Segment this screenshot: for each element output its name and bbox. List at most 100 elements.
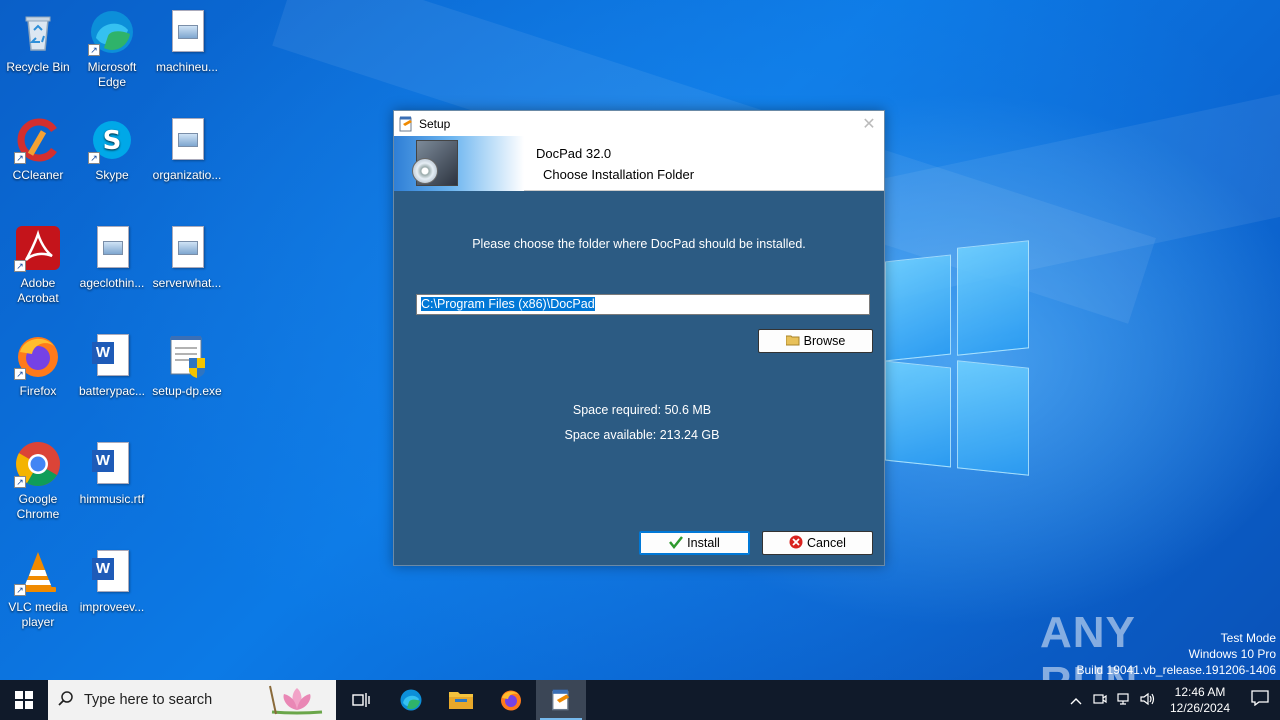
setup-window: Setup ✕ DocPad 32.0 Choose Installation … bbox=[393, 110, 885, 566]
clock-time: 12:46 AM bbox=[1174, 685, 1226, 699]
shortcut-arrow-icon: ↗ bbox=[14, 152, 26, 164]
word-document-icon: W bbox=[88, 440, 136, 488]
taskbar-file-explorer[interactable] bbox=[436, 680, 486, 720]
shortcut-arrow-icon: ↗ bbox=[14, 368, 26, 380]
folder-prompt: Please choose the folder where DocPad sh… bbox=[472, 237, 806, 251]
search-placeholder: Type here to search bbox=[84, 692, 213, 708]
clock-date: 12/26/2024 bbox=[1169, 701, 1231, 715]
install-label: Install bbox=[687, 536, 720, 550]
install-path-value: C:\Program Files (x86)\DocPad bbox=[421, 297, 595, 311]
shortcut-arrow-icon: ↗ bbox=[88, 152, 100, 164]
windows-edition-line: Windows 10 Pro bbox=[1188, 647, 1276, 661]
image-file-icon bbox=[163, 224, 211, 272]
desktop-icon-firefox[interactable]: ↗ Firefox bbox=[0, 332, 76, 399]
taskbar-firefox[interactable] bbox=[486, 680, 536, 720]
desktop-icon-improveev[interactable]: W improveev... bbox=[74, 548, 150, 615]
build-line: Build 19041.vb_release.191206-1406 bbox=[1076, 663, 1277, 677]
cd-disc-icon bbox=[412, 158, 438, 184]
task-view-button[interactable] bbox=[336, 680, 386, 720]
cancel-icon bbox=[789, 535, 803, 552]
chrome-icon: ↗ bbox=[14, 440, 62, 488]
volume-icon[interactable] bbox=[1136, 692, 1160, 709]
taskbar-setup[interactable] bbox=[536, 680, 586, 720]
taskbar-edge[interactable] bbox=[386, 680, 436, 720]
shortcut-arrow-icon: ↗ bbox=[14, 584, 26, 596]
edge-icon bbox=[400, 689, 422, 711]
start-button[interactable] bbox=[0, 680, 48, 720]
desktop-icon-skype[interactable]: S ↗ Skype bbox=[74, 116, 150, 183]
desktop-icon-label: Skype bbox=[95, 168, 129, 182]
desktop-icon-label: Firefox bbox=[19, 384, 57, 398]
system-tray: 12:46 AM 12/26/2024 bbox=[1064, 680, 1280, 720]
desktop-icon-organizatio[interactable]: organizatio... bbox=[149, 116, 225, 183]
page-subtitle: Choose Installation Folder bbox=[543, 167, 695, 182]
windows-start-icon bbox=[15, 691, 33, 709]
shortcut-arrow-icon: ↗ bbox=[14, 260, 26, 272]
desktop-icon-label: Recycle Bin bbox=[6, 60, 70, 74]
install-button[interactable]: Install bbox=[639, 531, 750, 555]
setup-titlebar[interactable]: Setup ✕ bbox=[394, 111, 884, 136]
setup-header-banner: DocPad 32.0 Choose Installation Folder bbox=[394, 136, 884, 191]
task-view-icon bbox=[352, 693, 370, 707]
install-path-input[interactable]: C:\Program Files (x86)\DocPad bbox=[416, 294, 870, 315]
taskbar-clock[interactable]: 12:46 AM 12/26/2024 bbox=[1160, 684, 1240, 716]
desktop-icon-batterypac[interactable]: W batterypac... bbox=[74, 332, 150, 399]
desktop-icon-vlc[interactable]: ↗ VLC media player bbox=[0, 548, 76, 630]
browse-button[interactable]: Browse bbox=[758, 329, 873, 353]
desktop-icon-label: machineu... bbox=[155, 60, 219, 74]
notification-center-icon[interactable] bbox=[1240, 689, 1280, 711]
firefox-icon: ↗ bbox=[14, 332, 62, 380]
cancel-button[interactable]: Cancel bbox=[762, 531, 873, 555]
meet-now-icon[interactable] bbox=[1088, 692, 1112, 709]
edge-icon: ↗ bbox=[88, 8, 136, 56]
svg-text:S: S bbox=[103, 126, 122, 156]
image-file-icon bbox=[163, 8, 211, 56]
windows-logo-wallpaper bbox=[885, 240, 1030, 480]
image-file-icon bbox=[163, 116, 211, 164]
desktop-icon-serverwhat[interactable]: serverwhat... bbox=[149, 224, 225, 291]
firefox-icon bbox=[501, 690, 521, 711]
shortcut-arrow-icon: ↗ bbox=[88, 44, 100, 56]
desktop-icon-label: Adobe Acrobat bbox=[17, 276, 59, 305]
checkmark-icon bbox=[669, 535, 684, 552]
adobe-acrobat-icon: ↗ bbox=[14, 224, 62, 272]
test-mode-line: Test Mode bbox=[1220, 631, 1276, 645]
desktop-icon-machineu[interactable]: machineu... bbox=[149, 8, 225, 75]
desktop-icon-ccleaner[interactable]: ↗ CCleaner bbox=[0, 116, 76, 183]
desktop-icon-google-chrome[interactable]: ↗ Google Chrome bbox=[0, 440, 76, 522]
desktop-icon-label: CCleaner bbox=[12, 168, 64, 182]
recycle-bin-icon bbox=[14, 8, 62, 56]
network-icon[interactable] bbox=[1112, 692, 1136, 709]
setup-app-icon bbox=[552, 689, 570, 711]
taskbar: Type here to search 12:46 AM 12/26/2024 bbox=[0, 680, 1280, 720]
desktop-icon-label: Microsoft Edge bbox=[87, 60, 137, 89]
setup-window-title: Setup bbox=[419, 116, 451, 131]
close-icon[interactable]: ✕ bbox=[854, 114, 884, 134]
word-document-icon: W bbox=[88, 332, 136, 380]
image-file-icon bbox=[88, 224, 136, 272]
desktop-icon-label: batterypac... bbox=[78, 384, 146, 398]
desktop-icon-himmusic[interactable]: W himmusic.rtf bbox=[74, 440, 150, 507]
desktop-icon-adobe-acrobat[interactable]: ↗ Adobe Acrobat bbox=[0, 224, 76, 306]
desktop-icon-microsoft-edge[interactable]: ↗ Microsoft Edge bbox=[74, 8, 150, 90]
chevron-up-icon[interactable] bbox=[1064, 693, 1088, 708]
test-mode-notice: Test Mode Windows 10 Pro Build 19041.vb_… bbox=[1077, 630, 1277, 678]
skype-icon: S ↗ bbox=[88, 116, 136, 164]
desktop-icon-label: organizatio... bbox=[152, 168, 222, 182]
cancel-label: Cancel bbox=[807, 536, 846, 550]
installer-icon bbox=[163, 332, 211, 380]
lotus-search-highlight-icon bbox=[262, 684, 332, 720]
taskbar-search-box[interactable]: Type here to search bbox=[48, 680, 336, 720]
browse-label: Browse bbox=[803, 334, 846, 348]
desktop-icon-label: improveev... bbox=[79, 600, 145, 614]
desktop-icon-setup-dp[interactable]: setup-dp.exe bbox=[149, 332, 225, 399]
desktop-icon-label: ageclothin... bbox=[79, 276, 145, 290]
product-name: DocPad 32.0 bbox=[536, 146, 612, 161]
search-icon bbox=[48, 690, 84, 711]
word-document-icon: W bbox=[88, 548, 136, 596]
space-required: Space required: 50.6 MB bbox=[572, 403, 712, 417]
desktop-icon-recycle-bin[interactable]: Recycle Bin bbox=[0, 8, 76, 75]
shortcut-arrow-icon: ↗ bbox=[14, 476, 26, 488]
desktop-icon-ageclothin[interactable]: ageclothin... bbox=[74, 224, 150, 291]
desktop-icon-label: himmusic.rtf bbox=[79, 492, 145, 506]
